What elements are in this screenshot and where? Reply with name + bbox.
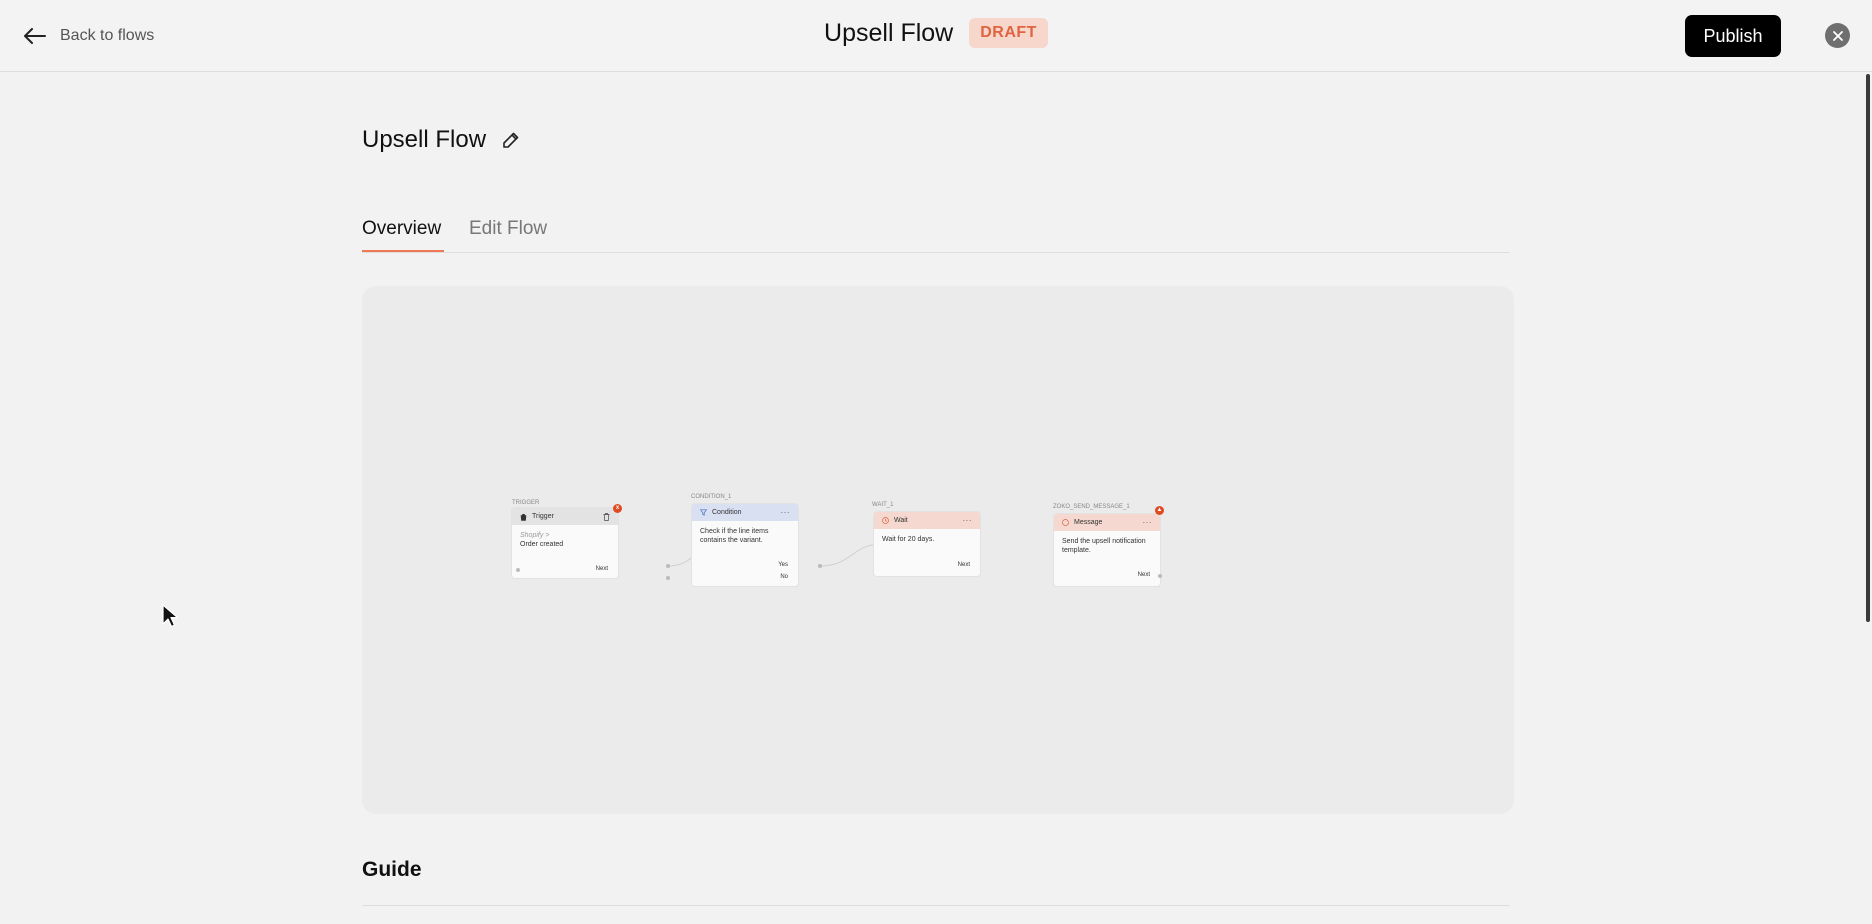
node-id-trigger: TRIGGER — [512, 500, 540, 506]
page-title: Upsell Flow — [362, 126, 520, 154]
flow-canvas[interactable]: TRIGGER Trigger Shopify > Order created … — [362, 286, 1514, 814]
flow-node-wait[interactable]: Wait ··· Wait for 20 days. Next — [874, 512, 980, 576]
node-title: Message — [1074, 519, 1103, 526]
flow-name: Upsell Flow — [362, 126, 487, 153]
node-output-yes: Yes — [778, 562, 788, 568]
output-port-yes[interactable] — [666, 564, 670, 568]
tab-overview[interactable]: Overview — [362, 218, 441, 240]
output-port-no[interactable] — [666, 576, 670, 580]
node-header: Trigger — [512, 508, 618, 525]
mouse-cursor-icon — [162, 604, 179, 633]
node-source: Shopify > — [520, 532, 550, 539]
close-icon — [1832, 30, 1843, 41]
node-header: Message ··· — [1054, 514, 1160, 531]
node-id-wait: WAIT_1 — [872, 502, 894, 508]
clock-icon — [882, 517, 889, 524]
back-to-flows-link[interactable]: Back to flows — [24, 22, 154, 50]
connector-wait-message — [819, 543, 883, 567]
node-title: Wait — [894, 517, 908, 524]
status-badge: DRAFT — [969, 18, 1048, 48]
node-output-next: Next — [957, 562, 970, 568]
message-icon — [1062, 519, 1069, 526]
top-bar: Back to flows Upsell Flow DRAFT Publish — [0, 0, 1872, 72]
node-title: Trigger — [532, 513, 554, 520]
warning-badge-icon: ▲ — [1155, 506, 1164, 515]
node-output-next: Next — [595, 566, 608, 572]
flow-node-condition[interactable]: Condition ··· Check if the line items co… — [692, 504, 798, 586]
publish-button[interactable]: Publish — [1685, 15, 1781, 57]
tab-edit-flow[interactable]: Edit Flow — [469, 218, 547, 240]
shopify-bag-icon — [520, 513, 527, 521]
node-body: Shopify > Order created — [512, 525, 618, 555]
flow-node-message[interactable]: Message ··· Send the upsell notification… — [1054, 514, 1160, 586]
close-button[interactable] — [1825, 23, 1850, 48]
warning-badge-icon: x — [613, 504, 622, 513]
more-options-icon[interactable]: ··· — [781, 508, 791, 517]
output-port[interactable] — [818, 564, 822, 568]
node-description: Wait for 20 days. — [882, 536, 935, 543]
back-to-flows-label: Back to flows — [60, 27, 155, 44]
divider — [362, 905, 1510, 906]
node-id-message: ZOKO_SEND_MESSAGE_1 — [1053, 504, 1130, 510]
node-output-no: No — [780, 574, 788, 580]
output-port[interactable] — [516, 568, 520, 572]
header-title: Upsell Flow — [824, 18, 954, 47]
output-port[interactable] — [1158, 574, 1162, 578]
guide-heading: Guide — [362, 858, 422, 881]
node-header: Wait ··· — [874, 512, 980, 529]
node-description: Order created — [520, 541, 564, 548]
node-output-next: Next — [1137, 572, 1150, 578]
arrow-left-icon — [24, 28, 46, 44]
node-description: Check if the line items contains the var… — [700, 528, 769, 544]
pencil-icon[interactable] — [502, 131, 520, 149]
trash-icon[interactable] — [603, 512, 610, 521]
flow-node-trigger[interactable]: Trigger Shopify > Order created Next — [512, 508, 618, 578]
more-options-icon[interactable]: ··· — [963, 516, 973, 525]
node-header: Condition ··· — [692, 504, 798, 521]
node-title: Condition — [712, 509, 742, 516]
active-tab-indicator — [362, 250, 444, 252]
node-id-condition: CONDITION_1 — [691, 494, 732, 500]
node-description: Send the upsell notification template. — [1062, 538, 1146, 554]
tab-bar: Overview Edit Flow — [362, 212, 1510, 253]
scrollbar[interactable] — [1866, 74, 1870, 622]
more-options-icon[interactable]: ··· — [1143, 518, 1153, 527]
header-title-group: Upsell Flow DRAFT — [0, 18, 1872, 48]
filter-icon — [700, 509, 707, 516]
